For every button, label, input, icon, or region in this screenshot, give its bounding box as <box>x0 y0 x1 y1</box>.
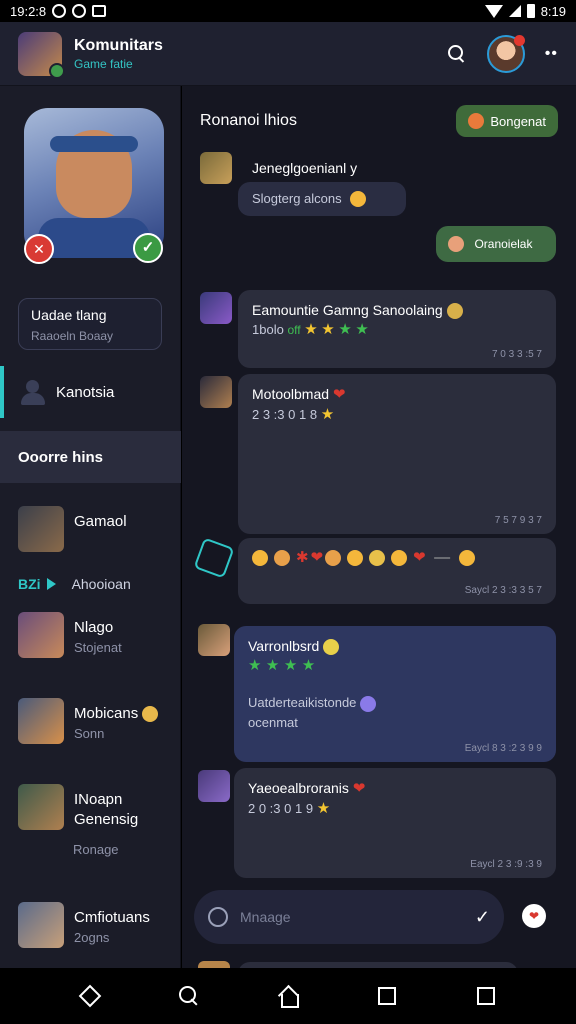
message-bubble[interactable]: Varronlbsrd ★ ★ ★ ★ Uatderteaikistonde o… <box>234 626 556 762</box>
message-bubble[interactable]: Eamountie Gamng Sanoolaing 1bolo off ★ ★… <box>238 290 556 368</box>
message-bubble[interactable]: Slogterg alcons <box>238 182 406 216</box>
message-time: Eaycl 8 3 :2 3 9 9 <box>464 743 542 754</box>
message-avatar <box>198 961 230 968</box>
friend-item[interactable]: Gamaol <box>18 506 127 552</box>
chat-header: Ronanoi lhios Bongenat <box>182 86 576 156</box>
friend-item[interactable]: INoapn Genensig <box>18 784 164 830</box>
nav-home-icon[interactable] <box>276 984 300 1008</box>
message-bubble-outgoing[interactable]: Oranoielak <box>436 226 556 262</box>
message-avatar[interactable] <box>198 770 230 802</box>
battery-icon <box>526 4 535 18</box>
friend-activity-row[interactable]: BZi Ahooioan <box>18 576 131 592</box>
verified-check-icon[interactable]: ✓ <box>133 233 163 263</box>
status-time-left: 19:2:8 <box>10 3 47 19</box>
nav-recents-icon[interactable] <box>375 984 399 1008</box>
header-title: Komunitars <box>74 36 163 54</box>
friend-avatar <box>18 698 64 744</box>
shield-emoji-icon <box>142 706 159 723</box>
chat-header-button[interactable]: Bongenat <box>456 105 558 137</box>
gallery-icon <box>92 5 107 17</box>
online-status-icon <box>49 62 65 79</box>
friend-status: Sonn <box>74 726 105 741</box>
friend-name: Nlago <box>74 619 114 636</box>
ban-icon[interactable]: ✕ <box>24 234 54 264</box>
sync-icon <box>72 4 87 18</box>
message-bubble[interactable]: Yaeoealbroranis ❤ 2 0 :3 0 1 9 ★ Eaycl 2… <box>234 768 556 878</box>
status-box[interactable]: Uadae tlang Raaoeln Boaay <box>18 298 162 350</box>
message-avatar[interactable] <box>200 152 232 184</box>
face-emoji-icon <box>448 235 464 252</box>
emoji-row: ✱❤ ❤ — <box>252 548 542 567</box>
friend-avatar <box>18 612 64 658</box>
nav-diamond-icon[interactable] <box>78 984 102 1008</box>
message-time: 7 0 3 3 :5 7 <box>491 349 542 360</box>
message-avatar[interactable] <box>200 292 232 324</box>
emoji-icon <box>468 113 485 129</box>
message-avatar[interactable] <box>200 376 232 408</box>
reaction-icon[interactable] <box>193 537 235 579</box>
sidebar: ✕ ✓ Uadae tlang Raaoeln Boaay Kanotsia O… <box>0 86 181 968</box>
app-header: Komunitars Game fatie •• <box>0 22 576 86</box>
header-subtitle: Game fatie <box>74 56 133 71</box>
friend-name: Cmfiotuans <box>74 909 150 926</box>
wifi-icon <box>484 4 503 18</box>
nav-search-icon[interactable] <box>177 984 201 1008</box>
message-input[interactable] <box>240 909 475 925</box>
signal-icon <box>508 5 521 17</box>
friend-item[interactable]: Mobicans Sonn <box>18 698 164 744</box>
status-time-right: 8:19 <box>540 3 566 19</box>
chat-title: Ronanoi lhios <box>200 112 297 129</box>
message-time: 7 5 7 9 3 7 <box>494 515 542 526</box>
message-time: Saycl 2 3 :3 3 5 7 <box>464 585 542 596</box>
user-avatar[interactable] <box>486 34 525 73</box>
notification-badge <box>513 34 525 46</box>
friend-avatar <box>18 784 64 830</box>
status-box-subtitle: Raaoeln Boaay <box>31 329 114 343</box>
friend-name: INoapn Genensig <box>74 791 139 828</box>
sidebar-item-profile[interactable]: Kanotsia <box>0 366 181 418</box>
message-bubble[interactable]: ✱❤ ❤ — Saycl 2 3 :3 3 5 7 <box>238 538 556 604</box>
activity-text: Ahooioan <box>71 576 131 592</box>
notification-icon <box>52 4 67 18</box>
message-avatar[interactable] <box>198 624 230 656</box>
friend-avatar <box>18 506 64 552</box>
friend-status: 2ogns <box>74 930 110 945</box>
message-bubble[interactable]: Motoolbmad ❤ 2 3 :3 0 1 8 ★ 7 5 7 9 3 7 <box>238 374 556 534</box>
sidebar-item-label: Kanotsia <box>56 383 115 401</box>
friend-status: Stojenat <box>74 640 122 655</box>
friend-item[interactable]: Nlago Stojenat <box>18 612 122 658</box>
nav-square-icon[interactable] <box>474 984 498 1008</box>
emoji-picker-icon[interactable] <box>208 907 228 927</box>
person-icon <box>20 379 46 405</box>
shield-emoji-icon <box>446 303 463 320</box>
send-button[interactable]: ❤ <box>522 904 546 928</box>
message-sender: Jeneglgoenianl y <box>252 160 358 176</box>
more-options-icon[interactable]: •• <box>545 45 558 63</box>
check-icon[interactable]: ✓ <box>475 907 490 928</box>
laugh-emoji-icon <box>350 190 367 207</box>
message-time: Eaycl 2 3 :9 :3 9 <box>470 859 542 870</box>
play-icon <box>46 578 56 590</box>
search-icon[interactable] <box>447 44 467 64</box>
friend-item[interactable]: Cmfiotuans 2ogns <box>18 902 150 948</box>
system-nav-bar <box>0 968 576 1024</box>
friend-name: Mobicans <box>74 704 164 724</box>
friend-avatar <box>18 902 64 948</box>
friend-status: Ronage <box>73 842 119 857</box>
community-avatar[interactable] <box>18 31 65 79</box>
activity-code: BZi <box>18 576 41 592</box>
chat-panel: Ronanoi lhios Bongenat Jeneglgoenianl y … <box>182 86 576 968</box>
status-bar: 19:2:8 8:19 <box>0 0 576 22</box>
message-composer: ✓ <box>194 890 504 944</box>
sidebar-section-active[interactable]: Ooorre hins <box>0 431 181 483</box>
friend-name: Gamaol <box>74 513 127 530</box>
status-box-title: Uadae tlang <box>31 307 107 323</box>
